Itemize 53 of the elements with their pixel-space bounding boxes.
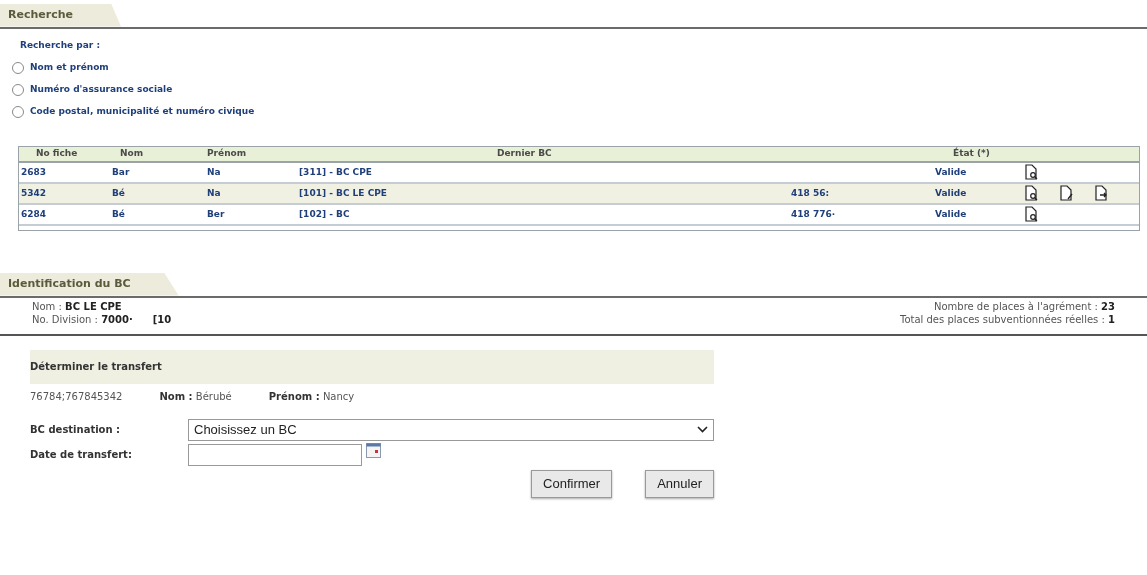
person-name: Nom : Bérubé [159,390,232,404]
radio-label: Code postal, municipalité et numéro civique [30,105,255,119]
table-cell-text: Na [207,186,222,200]
chevron-down-icon [697,426,708,433]
radio-label: Numéro d'assurance sociale [30,83,173,97]
destination-select[interactable]: Choisissez un BC [188,418,714,441]
table-cell-text: [102] - BC [299,207,351,221]
division-number: No. Division : 7000· [32,312,133,326]
bc-name: Nom : BC LE CPE [32,299,123,313]
radio-button[interactable] [12,106,24,118]
table-cell-text: [311] - BC CPE [299,165,373,179]
column-header: Nom [119,147,145,161]
record-ids: 76784;767845342 [30,390,123,404]
table-cell-text: 6284 [20,207,48,221]
column-header: Dernier BC [496,147,553,161]
document-magnifier-icon[interactable] [1024,164,1039,181]
document-magnifier-icon[interactable] [1024,185,1039,202]
transfer-header: Déterminer le transfert [30,349,714,384]
table-cell-text: 5342 [20,186,48,200]
subsidized-places: Total des places subventionnées réelles : 1 [899,312,1115,326]
table-cell: 418 776· [791,208,836,219]
table-cell-text: Bar [112,165,131,179]
column-header: Prénom [207,147,248,161]
document-pen-icon[interactable] [1059,185,1074,202]
document-magnifier-icon[interactable] [1024,206,1039,223]
search-prompt: Recherche par : [20,38,101,52]
table-cell-text: [101] - BC LE CPE [299,186,388,200]
table-cell-text: Valide [935,186,968,200]
table-cell-text: Na [207,165,222,179]
table-cell-text: 2683 [20,165,48,179]
column-header: État (*) [952,147,991,161]
radio-button[interactable] [12,84,24,96]
confirm-button[interactable]: Confirmer [531,469,613,498]
table-row[interactable]: 6284 Bé Ber [102] - BC 418 776· Valide [19,205,1139,226]
table-cell: 418 56: [791,187,830,198]
approved-places: Nombre de places à l'agrément : 23 [933,299,1115,313]
table-cell-text: Bé [112,207,126,221]
calendar-icon[interactable] [366,442,381,458]
radio-label: Nom et prénom [30,61,109,75]
radio-button[interactable] [12,62,24,74]
table-row[interactable]: 5342 Bé Na [101] - BC LE CPE 418 56: Valide [19,184,1139,205]
table-cell-text: Valide [935,207,968,221]
field-label: Date de transfert: [30,448,133,462]
field-label: BC destination : [30,423,122,437]
person-firstname: Prénom : Nancy [268,390,355,404]
division-code: [10 [152,312,172,326]
column-header: No fiche [35,147,79,161]
document-arrow-icon[interactable] [1094,185,1109,202]
cancel-button[interactable]: Annuler [645,469,714,498]
date-field[interactable] [188,443,362,466]
table-cell-text: Bé [112,186,126,200]
table-cell-text: Ber [207,207,226,221]
table-cell-text: Valide [935,165,968,179]
